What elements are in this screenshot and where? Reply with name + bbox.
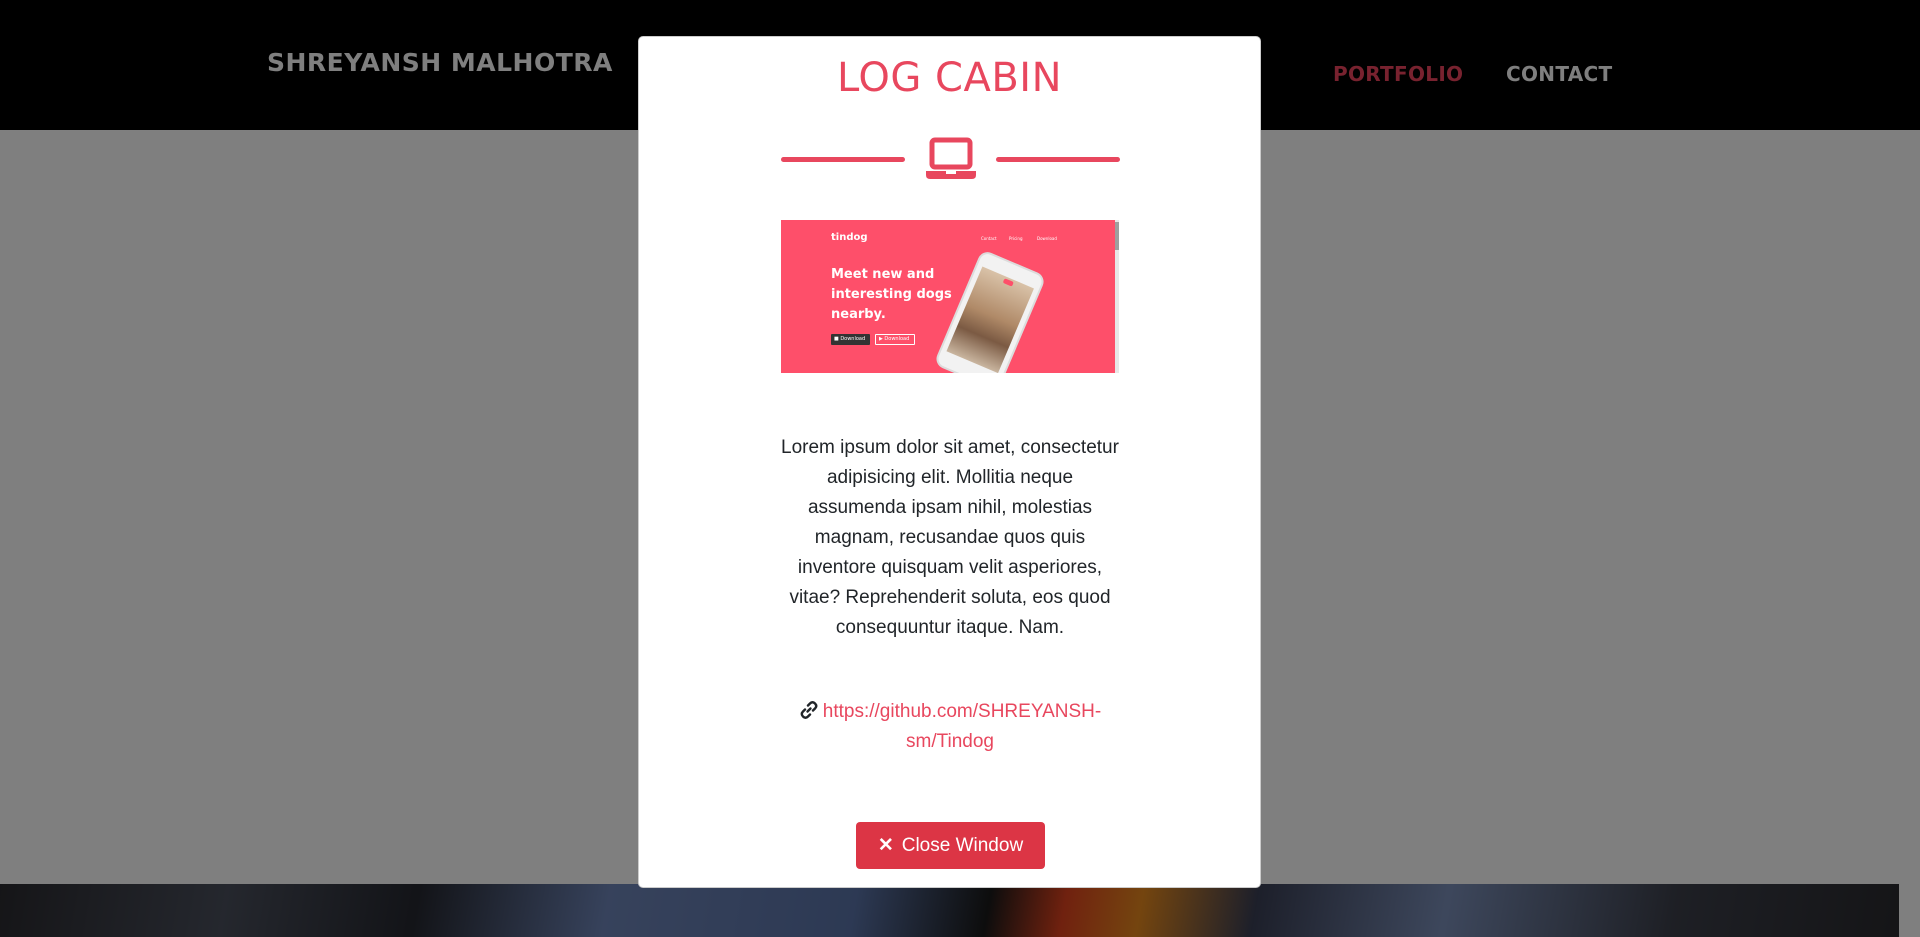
- thumbnail-nav-item: Pricing: [1009, 236, 1023, 241]
- modal-title: LOG CABIN: [836, 55, 1062, 101]
- link-icon: [800, 701, 818, 719]
- page: SHREYANSH MALHOTRA UT PORTFOLIO CONTACT …: [0, 0, 1920, 937]
- divider-line-left: [781, 157, 905, 162]
- thumbnail-download-button-outline: ▶ Download: [875, 334, 915, 345]
- close-window-button[interactable]: ✕ Close Window: [856, 822, 1045, 869]
- project-description: Lorem ipsum dolor sit amet, consectetur …: [781, 437, 1119, 638]
- thumbnail-nav-item: Contact: [981, 236, 997, 241]
- close-button-label: Close Window: [901, 835, 1024, 856]
- close-icon: ✕: [877, 835, 894, 856]
- thumbnail-logo: tindog: [831, 232, 868, 243]
- laptop-icon: [926, 137, 976, 179]
- github-link[interactable]: https://github.com/SHREYANSH-sm/Tindog: [823, 701, 1101, 752]
- divider-line-right: [996, 157, 1120, 162]
- thumbnail-scrollbar: [1115, 220, 1119, 373]
- thumbnail-download-button: ■ Download: [831, 334, 870, 345]
- project-screenshot: tindog Contact Pricing Download Meet new…: [781, 220, 1119, 373]
- portfolio-modal: LOG CABIN tindog Contact Pricing Downloa…: [638, 36, 1261, 888]
- thumbnail-headline: Meet new and interesting dogs nearby.: [831, 267, 952, 322]
- project-link-row: https://github.com/SHREYANSH-sm/Tindog: [781, 697, 1119, 757]
- thumbnail-nav-item: Download: [1037, 236, 1057, 241]
